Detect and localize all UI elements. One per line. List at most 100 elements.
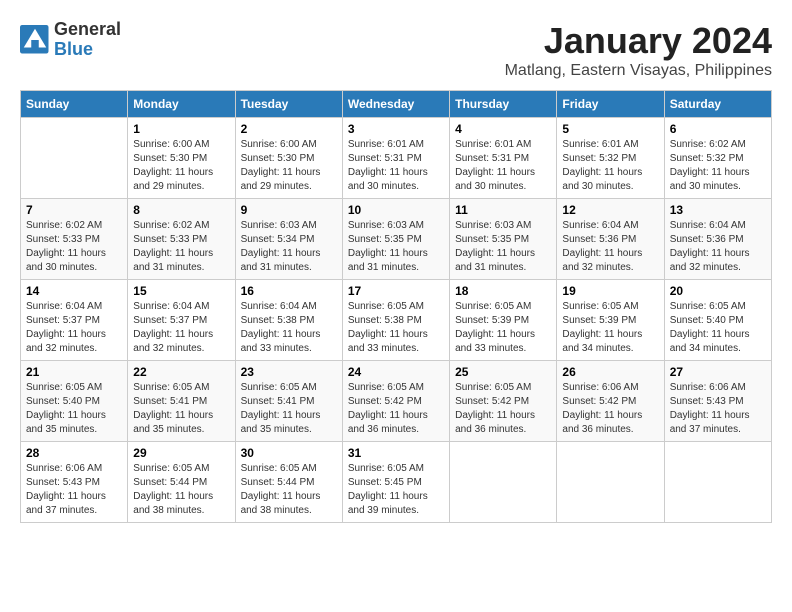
day-info: Sunrise: 6:03 AMSunset: 5:35 PMDaylight:… — [348, 219, 444, 275]
day-number: 11 — [455, 203, 551, 217]
day-number: 15 — [133, 284, 229, 298]
header-friday: Friday — [557, 91, 664, 118]
day-number: 29 — [133, 446, 229, 460]
day-info: Sunrise: 6:06 AMSunset: 5:42 PMDaylight:… — [562, 381, 658, 437]
day-info: Sunrise: 6:05 AMSunset: 5:44 PMDaylight:… — [133, 462, 229, 518]
calendar-cell: 28 Sunrise: 6:06 AMSunset: 5:43 PMDayligh… — [21, 442, 128, 523]
day-info: Sunrise: 6:00 AMSunset: 5:30 PMDaylight:… — [133, 138, 229, 194]
day-number: 26 — [562, 365, 658, 379]
day-info: Sunrise: 6:06 AMSunset: 5:43 PMDaylight:… — [670, 381, 766, 437]
day-number: 4 — [455, 122, 551, 136]
day-number: 1 — [133, 122, 229, 136]
calendar-week-2: 7 Sunrise: 6:02 AMSunset: 5:33 PMDaylight… — [21, 199, 772, 280]
day-info: Sunrise: 6:03 AMSunset: 5:34 PMDaylight:… — [241, 219, 337, 275]
day-info: Sunrise: 6:04 AMSunset: 5:36 PMDaylight:… — [670, 219, 766, 275]
calendar-cell: 3Sunrise: 6:01 AMSunset: 5:31 PMDaylight… — [342, 118, 449, 199]
day-number: 8 — [133, 203, 229, 217]
calendar-cell: 4 Sunrise: 6:01 AMSunset: 5:31 PMDaylight… — [450, 118, 557, 199]
day-number: 2 — [241, 122, 337, 136]
calendar-cell: 16Sunrise: 6:04 AMSunset: 5:38 PMDayligh… — [235, 280, 342, 361]
day-info: Sunrise: 6:06 AMSunset: 5:43 PMDaylight:… — [26, 462, 122, 518]
calendar-week-3: 14 Sunrise: 6:04 AMSunset: 5:37 PMDayligh… — [21, 280, 772, 361]
day-info: Sunrise: 6:02 AMSunset: 5:33 PMDaylight:… — [26, 219, 122, 275]
calendar-cell: 24Sunrise: 6:05 AMSunset: 5:42 PMDayligh… — [342, 361, 449, 442]
day-info: Sunrise: 6:04 AMSunset: 5:37 PMDaylight:… — [133, 300, 229, 356]
day-info: Sunrise: 6:02 AMSunset: 5:32 PMDaylight:… — [670, 138, 766, 194]
calendar-cell: 20 Sunrise: 6:05 AMSunset: 5:40 PMDayligh… — [664, 280, 771, 361]
calendar-cell: 9 Sunrise: 6:03 AMSunset: 5:34 PMDaylight… — [235, 199, 342, 280]
day-info: Sunrise: 6:05 AMSunset: 5:41 PMDaylight:… — [241, 381, 337, 437]
header-wednesday: Wednesday — [342, 91, 449, 118]
logo: General Blue — [20, 20, 121, 60]
calendar-cell: 12 Sunrise: 6:04 AMSunset: 5:36 PMDayligh… — [557, 199, 664, 280]
day-number: 9 — [241, 203, 337, 217]
header-monday: Monday — [128, 91, 235, 118]
day-info: Sunrise: 6:04 AMSunset: 5:38 PMDaylight:… — [241, 300, 337, 356]
day-info: Sunrise: 6:03 AMSunset: 5:35 PMDaylight:… — [455, 219, 551, 275]
logo-icon — [20, 25, 50, 55]
calendar-cell: 21Sunrise: 6:05 AMSunset: 5:40 PMDayligh… — [21, 361, 128, 442]
day-number: 14 — [26, 284, 122, 298]
calendar-cell — [21, 118, 128, 199]
calendar-cell: 29 Sunrise: 6:05 AMSunset: 5:44 PMDayligh… — [128, 442, 235, 523]
day-number: 22 — [133, 365, 229, 379]
calendar-cell: 10Sunrise: 6:03 AMSunset: 5:35 PMDayligh… — [342, 199, 449, 280]
calendar-cell: 13 Sunrise: 6:04 AMSunset: 5:36 PMDayligh… — [664, 199, 771, 280]
calendar-title: January 2024 — [505, 20, 772, 62]
header-tuesday: Tuesday — [235, 91, 342, 118]
day-number: 7 — [26, 203, 122, 217]
logo-text: General Blue — [54, 20, 121, 60]
day-info: Sunrise: 6:05 AMSunset: 5:42 PMDaylight:… — [455, 381, 551, 437]
day-number: 20 — [670, 284, 766, 298]
calendar-cell: 5Sunrise: 6:01 AMSunset: 5:32 PMDaylight… — [557, 118, 664, 199]
day-number: 23 — [241, 365, 337, 379]
day-number: 30 — [241, 446, 337, 460]
day-info: Sunrise: 6:05 AMSunset: 5:41 PMDaylight:… — [133, 381, 229, 437]
day-info: Sunrise: 6:01 AMSunset: 5:31 PMDaylight:… — [455, 138, 551, 194]
page-header: General Blue January 2024 Matlang, Easte… — [20, 20, 772, 80]
day-info: Sunrise: 6:05 AMSunset: 5:45 PMDaylight:… — [348, 462, 444, 518]
day-info: Sunrise: 6:02 AMSunset: 5:33 PMDaylight:… — [133, 219, 229, 275]
title-block: January 2024 Matlang, Eastern Visayas, P… — [505, 20, 772, 80]
calendar-cell: 18 Sunrise: 6:05 AMSunset: 5:39 PMDayligh… — [450, 280, 557, 361]
day-info: Sunrise: 6:04 AMSunset: 5:36 PMDaylight:… — [562, 219, 658, 275]
day-number: 31 — [348, 446, 444, 460]
calendar-cell: 26 Sunrise: 6:06 AMSunset: 5:42 PMDayligh… — [557, 361, 664, 442]
calendar-location: Matlang, Eastern Visayas, Philippines — [505, 62, 772, 80]
day-info: Sunrise: 6:05 AMSunset: 5:39 PMDaylight:… — [562, 300, 658, 356]
calendar-cell: 8 Sunrise: 6:02 AMSunset: 5:33 PMDaylight… — [128, 199, 235, 280]
calendar-cell: 25Sunrise: 6:05 AMSunset: 5:42 PMDayligh… — [450, 361, 557, 442]
day-number: 24 — [348, 365, 444, 379]
calendar-cell: 15 Sunrise: 6:04 AMSunset: 5:37 PMDayligh… — [128, 280, 235, 361]
calendar-cell: 2Sunrise: 6:00 AMSunset: 5:30 PMDaylight… — [235, 118, 342, 199]
day-number: 12 — [562, 203, 658, 217]
day-number: 28 — [26, 446, 122, 460]
day-info: Sunrise: 6:01 AMSunset: 5:32 PMDaylight:… — [562, 138, 658, 194]
day-number: 6 — [670, 122, 766, 136]
calendar-cell: 14Sunrise: 6:04 AMSunset: 5:37 PMDayligh… — [21, 280, 128, 361]
day-number: 21 — [26, 365, 122, 379]
header-thursday: Thursday — [450, 91, 557, 118]
calendar-cell: 11 Sunrise: 6:03 AMSunset: 5:35 PMDayligh… — [450, 199, 557, 280]
calendar-cell: 31 Sunrise: 6:05 AMSunset: 5:45 PMDayligh… — [342, 442, 449, 523]
day-number: 17 — [348, 284, 444, 298]
calendar-week-5: 28 Sunrise: 6:06 AMSunset: 5:43 PMDayligh… — [21, 442, 772, 523]
calendar-cell — [664, 442, 771, 523]
calendar-cell: 30 Sunrise: 6:05 AMSunset: 5:44 PMDayligh… — [235, 442, 342, 523]
day-info: Sunrise: 6:05 AMSunset: 5:38 PMDaylight:… — [348, 300, 444, 356]
day-number: 13 — [670, 203, 766, 217]
day-info: Sunrise: 6:05 AMSunset: 5:39 PMDaylight:… — [455, 300, 551, 356]
calendar-header-row: SundayMondayTuesdayWednesdayThursdayFrid… — [21, 91, 772, 118]
day-number: 18 — [455, 284, 551, 298]
header-sunday: Sunday — [21, 91, 128, 118]
header-saturday: Saturday — [664, 91, 771, 118]
calendar-cell: 7 Sunrise: 6:02 AMSunset: 5:33 PMDaylight… — [21, 199, 128, 280]
day-info: Sunrise: 6:05 AMSunset: 5:40 PMDaylight:… — [670, 300, 766, 356]
calendar-cell — [557, 442, 664, 523]
calendar-table: SundayMondayTuesdayWednesdayThursdayFrid… — [20, 90, 772, 523]
day-info: Sunrise: 6:01 AMSunset: 5:31 PMDaylight:… — [348, 138, 444, 194]
calendar-week-4: 21Sunrise: 6:05 AMSunset: 5:40 PMDayligh… — [21, 361, 772, 442]
day-number: 27 — [670, 365, 766, 379]
day-info: Sunrise: 6:05 AMSunset: 5:44 PMDaylight:… — [241, 462, 337, 518]
calendar-cell — [450, 442, 557, 523]
